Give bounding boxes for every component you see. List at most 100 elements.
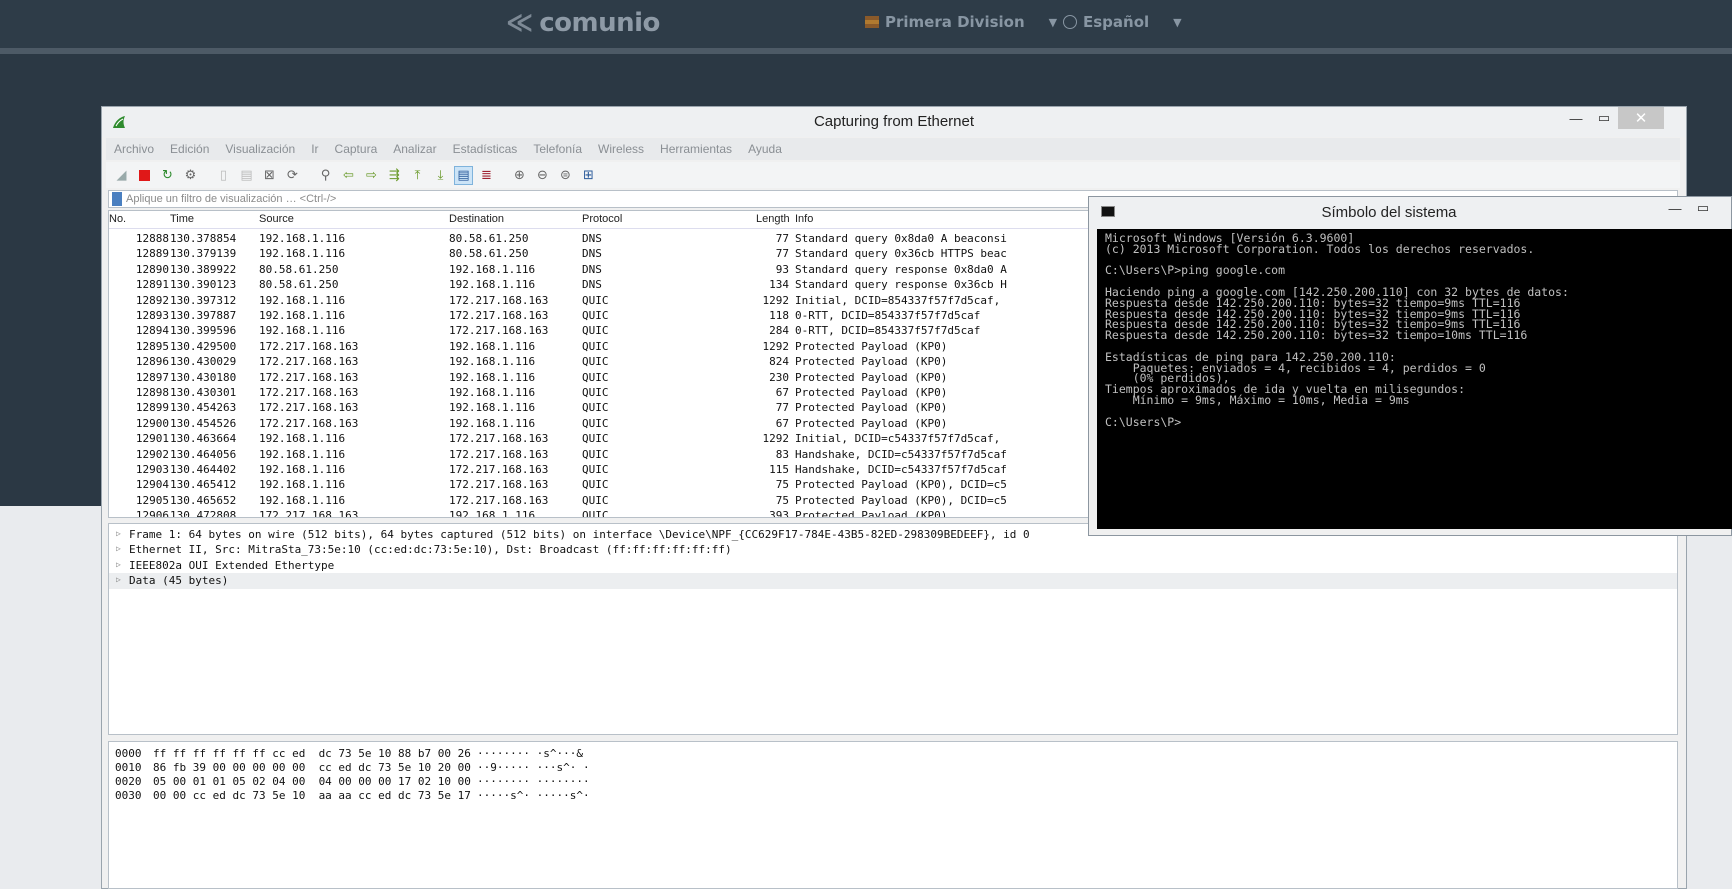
packet-cell-time: 130.464056 (170, 447, 237, 461)
packet-cell-proto: QUIC (582, 432, 609, 446)
resize-columns-icon[interactable]: ⊞ (579, 166, 598, 185)
packet-cell-time: 130.454526 (170, 416, 237, 430)
save-file-icon[interactable]: ▤ (237, 166, 256, 185)
reload-file-icon[interactable]: ⟳ (283, 166, 302, 185)
console-line: C:\Users\P>ping google.com (1105, 263, 1286, 278)
packet-cell-no: 12897 (135, 370, 169, 384)
packet-cell-dst: 172.217.168.163 (449, 309, 549, 322)
menu-edicion[interactable]: Edición (162, 142, 217, 156)
menu-telefonia[interactable]: Telefonía (525, 142, 590, 156)
packet-cell-proto: QUIC (582, 355, 609, 369)
league-selector[interactable]: Primera Division ▼ (865, 13, 1057, 31)
capture-options-gear-icon[interactable]: ⚙ (181, 166, 200, 185)
expand-triangle-icon[interactable]: ▷ (116, 529, 121, 538)
menu-captura[interactable]: Captura (327, 142, 386, 156)
packet-cell-info: Protected Payload (KP0) (795, 339, 948, 353)
column-header-no[interactable]: No. (109, 213, 126, 225)
packet-cell-dst: 192.168.1.116 (449, 278, 536, 292)
menu-herramientas[interactable]: Herramientas (652, 142, 740, 156)
go-back-arrow-icon[interactable]: ⇦ (339, 166, 358, 185)
colorize-icon[interactable]: ≣ (477, 166, 496, 185)
packet-cell-proto: QUIC (582, 293, 609, 307)
packet-cell-time: 130.465412 (170, 478, 237, 492)
packet-cell-no: 12900 (135, 416, 169, 430)
packet-cell-no: 12898 (135, 386, 169, 399)
hex-row[interactable]: 0000 ff ff ff ff ff ff cc ed dc 73 5e 10… (109, 747, 1677, 761)
packet-cell-dst: 192.168.1.116 (449, 416, 536, 430)
expand-triangle-icon[interactable]: ▷ (116, 575, 121, 584)
menu-analizar[interactable]: Analizar (385, 142, 444, 156)
menu-ayuda[interactable]: Ayuda (740, 142, 790, 156)
maximize-button[interactable]: ▭ (1590, 107, 1618, 129)
packet-cell-info: Standard query response 0x36cb H (795, 278, 1007, 292)
zoom-normal-icon[interactable]: ⊜ (556, 166, 575, 185)
menu-estadisticas[interactable]: Estadísticas (445, 142, 526, 156)
minimize-button[interactable]: — (1562, 107, 1590, 129)
maximize-button[interactable]: ▭ (1689, 197, 1717, 219)
packet-cell-no: 12889 (135, 247, 169, 261)
console-line: C:\Users\P> (1105, 414, 1182, 429)
detail-row-data[interactable]: ▷ Data (45 bytes) (109, 573, 1677, 589)
detail-row-ethernet[interactable]: ▷ Ethernet II, Src: MitraSta_73:5e:10 (c… (109, 542, 1677, 558)
close-button[interactable]: ✕ (1618, 107, 1664, 129)
go-to-packet-icon[interactable]: ⇶ (385, 166, 404, 185)
packet-cell-src: 192.168.1.116 (259, 432, 346, 446)
zoom-out-icon[interactable]: ⊖ (533, 166, 552, 185)
packet-cell-len: 284 (769, 324, 789, 338)
site-logo[interactable]: ≪ comunio (506, 6, 660, 40)
detail-row-ieee802a[interactable]: ▷ IEEE802a OUI Extended Ethertype (109, 558, 1677, 574)
close-file-icon[interactable]: ⊠ (260, 166, 279, 185)
packet-cell-no: 12902 (135, 447, 169, 461)
start-capture-fin-icon[interactable]: ◢ (112, 166, 131, 185)
column-header-source[interactable]: Source (259, 213, 294, 225)
zoom-in-icon[interactable]: ⊕ (510, 166, 529, 185)
go-forward-arrow-icon[interactable]: ⇨ (362, 166, 381, 185)
packet-cell-proto: QUIC (582, 339, 609, 353)
column-header-protocol[interactable]: Protocol (582, 213, 622, 225)
packet-cell-src: 172.217.168.163 (259, 339, 359, 353)
packet-cell-time: 130.472808 (170, 509, 237, 518)
hex-row[interactable]: 0020 05 00 01 01 05 02 04 00 04 00 00 00… (109, 775, 1677, 789)
packet-cell-no: 12893 (135, 309, 169, 322)
packet-cell-dst: 172.217.168.163 (449, 447, 549, 461)
packet-cell-src: 172.217.168.163 (259, 355, 359, 369)
menu-wireless[interactable]: Wireless (590, 142, 652, 156)
globe-icon (1063, 15, 1077, 29)
expand-triangle-icon[interactable]: ▷ (116, 544, 121, 553)
column-header-time[interactable]: Time (170, 213, 194, 225)
packet-cell-info: Protected Payload (KP0), DCID=c5 (795, 478, 1007, 492)
autoscroll-icon[interactable]: ▤ (454, 165, 473, 185)
minimize-button[interactable]: — (1661, 197, 1689, 219)
packet-cell-proto: QUIC (582, 401, 609, 415)
packet-cell-len: 115 (769, 463, 789, 476)
packet-cell-len: 393 (769, 509, 789, 518)
find-packet-search-icon[interactable]: ⚲ (316, 166, 335, 185)
stop-capture-icon[interactable] (135, 166, 154, 185)
packet-cell-info: Standard query response 0x8da0 A (795, 262, 1007, 276)
packet-cell-len: 75 (775, 478, 789, 492)
hex-row[interactable]: 0030 00 00 cc ed dc 73 5e 10 aa aa cc ed… (109, 789, 1677, 803)
packet-cell-info: Protected Payload (KP0) (795, 370, 948, 384)
go-last-packet-icon[interactable]: ⤓ (431, 166, 450, 185)
wireshark-titlebar[interactable]: Capturing from Ethernet — ▭ ✕ (102, 107, 1686, 137)
column-header-destination[interactable]: Destination (449, 213, 504, 225)
language-selector[interactable]: Español ▼ (1063, 13, 1182, 31)
menu-archivo[interactable]: Archivo (106, 142, 162, 156)
cmd-titlebar[interactable]: Símbolo del sistema — ▭ (1089, 197, 1731, 229)
expand-triangle-icon[interactable]: ▷ (116, 560, 121, 569)
restart-capture-icon[interactable]: ↻ (158, 166, 177, 185)
packet-cell-proto: QUIC (582, 416, 609, 430)
packet-cell-len: 67 (775, 416, 789, 430)
filter-bookmark-icon[interactable] (112, 192, 122, 206)
menu-visualizacion[interactable]: Visualización (217, 142, 303, 156)
go-first-packet-icon[interactable]: ⤒ (408, 166, 427, 185)
open-file-icon[interactable]: ▯ (214, 166, 233, 185)
packet-cell-len: 824 (769, 355, 789, 369)
cmd-console-output[interactable]: Microsoft Windows [Versión 6.3.9600] (c) … (1097, 229, 1732, 529)
packet-cell-proto: DNS (582, 232, 602, 245)
hex-row[interactable]: 0010 86 fb 39 00 00 00 00 00 cc ed dc 73… (109, 761, 1677, 775)
menu-ir[interactable]: Ir (303, 142, 326, 156)
column-header-info[interactable]: Info (795, 213, 813, 225)
packet-cell-len: 77 (775, 247, 789, 261)
column-header-length[interactable]: Length (756, 213, 790, 225)
